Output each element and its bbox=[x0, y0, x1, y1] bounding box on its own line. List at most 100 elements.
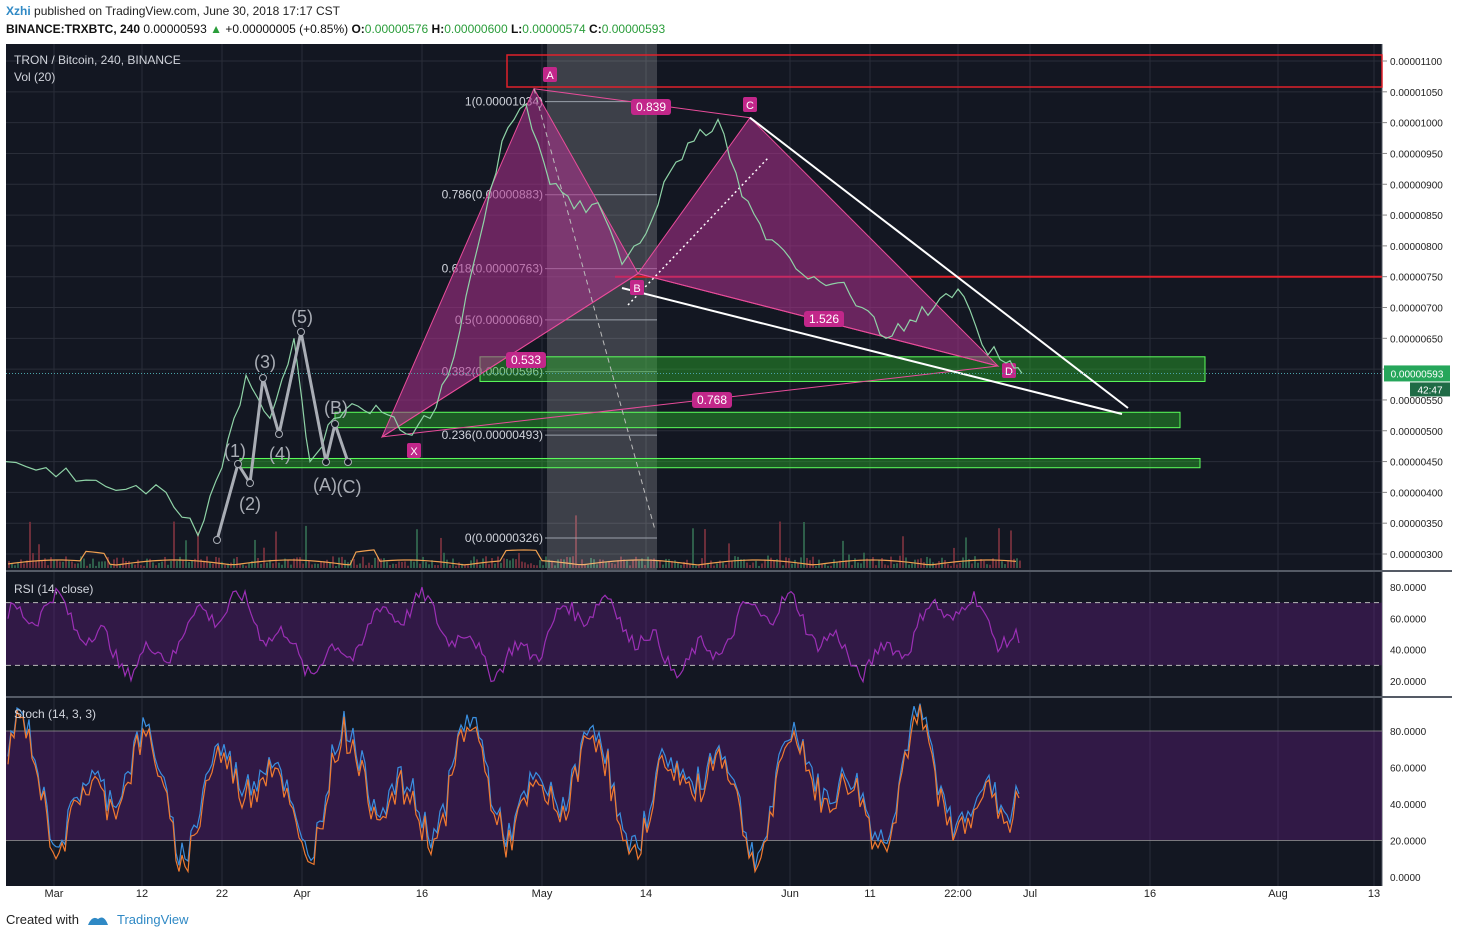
volume-bar bbox=[338, 557, 340, 568]
point-label-c: C bbox=[746, 100, 754, 112]
volume-bar bbox=[974, 556, 976, 568]
volume-bar bbox=[716, 563, 718, 568]
volume-bar bbox=[191, 560, 193, 568]
volume-bar bbox=[224, 565, 226, 568]
volume-bar bbox=[1004, 564, 1006, 568]
volume-bar bbox=[362, 556, 364, 568]
volume-bar bbox=[266, 562, 268, 568]
volume-bar bbox=[221, 561, 223, 568]
volume-bar bbox=[143, 565, 145, 568]
volume-bar bbox=[41, 560, 43, 568]
y-tick-label: 0.00000800 bbox=[1390, 242, 1443, 253]
volume-bar bbox=[701, 558, 703, 568]
volume-bar bbox=[755, 560, 757, 568]
volume-bar bbox=[257, 557, 259, 568]
volume-bar bbox=[830, 565, 832, 568]
volume-bar bbox=[413, 561, 415, 568]
wave-label: (5) bbox=[291, 307, 313, 327]
volume-bar bbox=[479, 564, 481, 568]
volume-bar bbox=[128, 561, 130, 568]
x-tick-label: 12 bbox=[136, 888, 148, 900]
rsi-tick-label: 60.0000 bbox=[1390, 614, 1427, 625]
y-tick-label: 0.00000850 bbox=[1390, 211, 1443, 222]
point-label-a: A bbox=[546, 70, 554, 82]
volume-bar bbox=[422, 556, 424, 568]
x-tick-label: 16 bbox=[416, 888, 428, 900]
volume-bar bbox=[341, 556, 343, 568]
volume-bar bbox=[524, 562, 526, 568]
volume-bar bbox=[392, 563, 394, 568]
y-tick-label: 0.00000350 bbox=[1390, 519, 1443, 530]
volume-bar bbox=[398, 561, 400, 568]
volume-bar bbox=[935, 564, 937, 568]
volume-bar bbox=[185, 540, 187, 568]
volume-bar bbox=[371, 564, 373, 568]
volume-bar bbox=[68, 561, 70, 568]
volume-bar bbox=[731, 561, 733, 568]
volume-bar bbox=[95, 565, 97, 568]
rsi-tick-label: 20.0000 bbox=[1390, 677, 1427, 688]
y-tick-label: 0.00000550 bbox=[1390, 396, 1443, 407]
volume-bar bbox=[668, 559, 670, 568]
volume-bar bbox=[329, 562, 331, 568]
volume-bar bbox=[233, 558, 235, 568]
volume-bar bbox=[929, 558, 931, 568]
volume-bar bbox=[746, 562, 748, 568]
volume-bar bbox=[542, 565, 544, 568]
volume-bar bbox=[455, 565, 457, 568]
volume-bar bbox=[437, 565, 439, 568]
y-tick-label: 0.00001050 bbox=[1390, 88, 1443, 99]
volume-bar bbox=[308, 560, 310, 568]
volume-bar bbox=[59, 561, 61, 568]
volume-bar bbox=[131, 563, 133, 568]
volume-bar bbox=[521, 561, 523, 568]
volume-bar bbox=[737, 556, 739, 568]
y-tick-label: 0.00000900 bbox=[1390, 180, 1443, 191]
volume-bar bbox=[1019, 560, 1021, 568]
volume-bar bbox=[713, 565, 715, 568]
support-zone bbox=[479, 356, 1206, 382]
volume-bar bbox=[65, 556, 67, 568]
volume-bar bbox=[971, 563, 973, 568]
y-tick-label: 0.00000700 bbox=[1390, 304, 1443, 315]
volume-bar bbox=[782, 565, 784, 568]
x-tick-label: 13 bbox=[1368, 888, 1380, 900]
volume-bar bbox=[962, 557, 964, 568]
volume-bar bbox=[1016, 558, 1018, 568]
volume-bar bbox=[908, 564, 910, 568]
volume-bar bbox=[179, 556, 181, 568]
volume-bar bbox=[101, 561, 103, 568]
x-tick-label: Aug bbox=[1268, 888, 1288, 900]
volume-bar bbox=[806, 557, 808, 568]
volume-bar bbox=[164, 556, 166, 568]
volume-bar bbox=[752, 562, 754, 568]
volume-bar bbox=[536, 565, 538, 568]
volume-bar bbox=[296, 557, 298, 568]
wave-node bbox=[259, 374, 267, 382]
wave-node bbox=[297, 328, 305, 336]
wave-label: (2) bbox=[239, 494, 261, 514]
volume-bar bbox=[89, 563, 91, 568]
volume-bar bbox=[98, 561, 100, 568]
ratio-label: 0.768 bbox=[697, 393, 727, 407]
chart-canvas[interactable]: 1(0.00001034)0.786(0.00000883)0.618(0.00… bbox=[0, 0, 1458, 938]
volume-bar bbox=[146, 558, 148, 568]
tradingview-link[interactable]: TradingView bbox=[117, 912, 189, 927]
volume-bar bbox=[896, 563, 898, 568]
last-price-value: 0.00000593 bbox=[1391, 369, 1444, 380]
wave-node bbox=[246, 479, 254, 487]
ratio-label: 0.839 bbox=[636, 100, 666, 114]
volume-bar bbox=[458, 562, 460, 568]
volume-bar bbox=[791, 563, 793, 568]
volume-bar bbox=[71, 561, 73, 568]
wave-label: (3) bbox=[254, 352, 276, 372]
volume-bar bbox=[545, 556, 547, 568]
volume-bar bbox=[725, 564, 727, 568]
volume-bar bbox=[503, 558, 505, 568]
volume-bar bbox=[125, 561, 127, 568]
volume-bar bbox=[356, 564, 358, 568]
volume-bar bbox=[995, 560, 997, 568]
volume-bar bbox=[803, 522, 805, 568]
volume-bar bbox=[428, 564, 430, 568]
volume-bar bbox=[887, 565, 889, 568]
